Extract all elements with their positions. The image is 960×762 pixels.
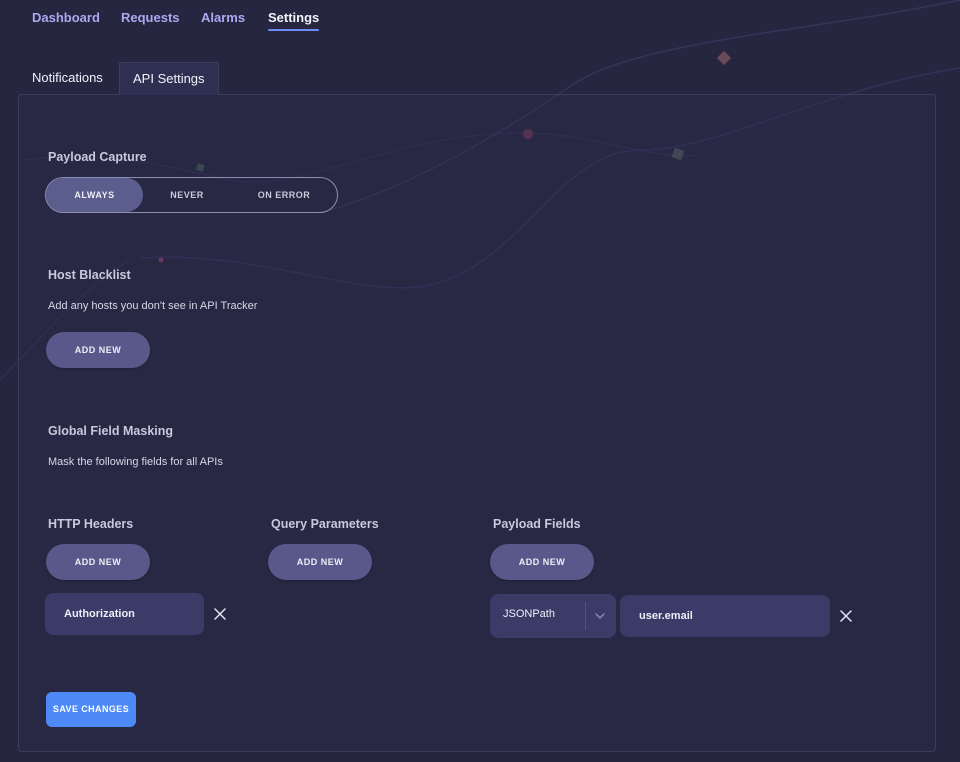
host-blacklist-description: Add any hosts you don't see in API Track… — [48, 300, 258, 312]
nav-alarms[interactable]: Alarms — [201, 10, 245, 25]
add-query-param-button[interactable]: ADD NEW — [268, 544, 372, 580]
option-always[interactable]: ALWAYS — [46, 178, 143, 212]
active-nav-indicator — [268, 29, 320, 31]
host-blacklist-title: Host Blacklist — [48, 268, 131, 282]
payload-capture-title: Payload Capture — [48, 150, 147, 164]
select-divider — [585, 602, 586, 630]
payload-fields-title: Payload Fields — [493, 517, 581, 531]
field-masking-title: Global Field Masking — [48, 424, 174, 438]
option-never[interactable]: NEVER — [143, 178, 231, 212]
nav-dashboard[interactable]: Dashboard — [32, 10, 100, 25]
tab-notifications[interactable]: Notifications — [32, 62, 103, 95]
payload-field-path-value: user.email — [639, 610, 693, 622]
nav-requests[interactable]: Requests — [121, 10, 180, 25]
payload-field-type-value: JSONPath — [503, 608, 555, 620]
add-header-button[interactable]: ADD NEW — [46, 544, 150, 580]
chevron-down-icon — [595, 613, 605, 619]
query-params-title: Query Parameters — [271, 517, 379, 531]
remove-payload-field-icon[interactable] — [840, 610, 852, 622]
add-payload-field-button[interactable]: ADD NEW — [490, 544, 594, 580]
header-field-value: Authorization — [64, 608, 135, 620]
nav-settings-label: Settings — [268, 10, 320, 25]
payload-field-path-input[interactable]: user.email — [620, 595, 830, 637]
payload-field-type-select[interactable]: JSONPath — [490, 594, 616, 638]
option-on-error[interactable]: ON ERROR — [231, 178, 337, 212]
remove-header-icon[interactable] — [214, 608, 226, 620]
payload-capture-selector: ALWAYS NEVER ON ERROR — [45, 177, 338, 213]
field-masking-description: Mask the following fields for all APIs — [48, 456, 223, 468]
settings-page: Dashboard Requests Alarms Settings Notif… — [0, 0, 960, 762]
nav-settings[interactable]: Settings — [268, 10, 320, 31]
tab-api-settings[interactable]: API Settings — [119, 62, 219, 95]
header-field-authorization[interactable]: Authorization — [45, 593, 204, 635]
http-headers-title: HTTP Headers — [48, 517, 134, 531]
add-host-button[interactable]: ADD NEW — [46, 332, 150, 368]
save-changes-button[interactable]: SAVE CHANGES — [46, 692, 136, 727]
